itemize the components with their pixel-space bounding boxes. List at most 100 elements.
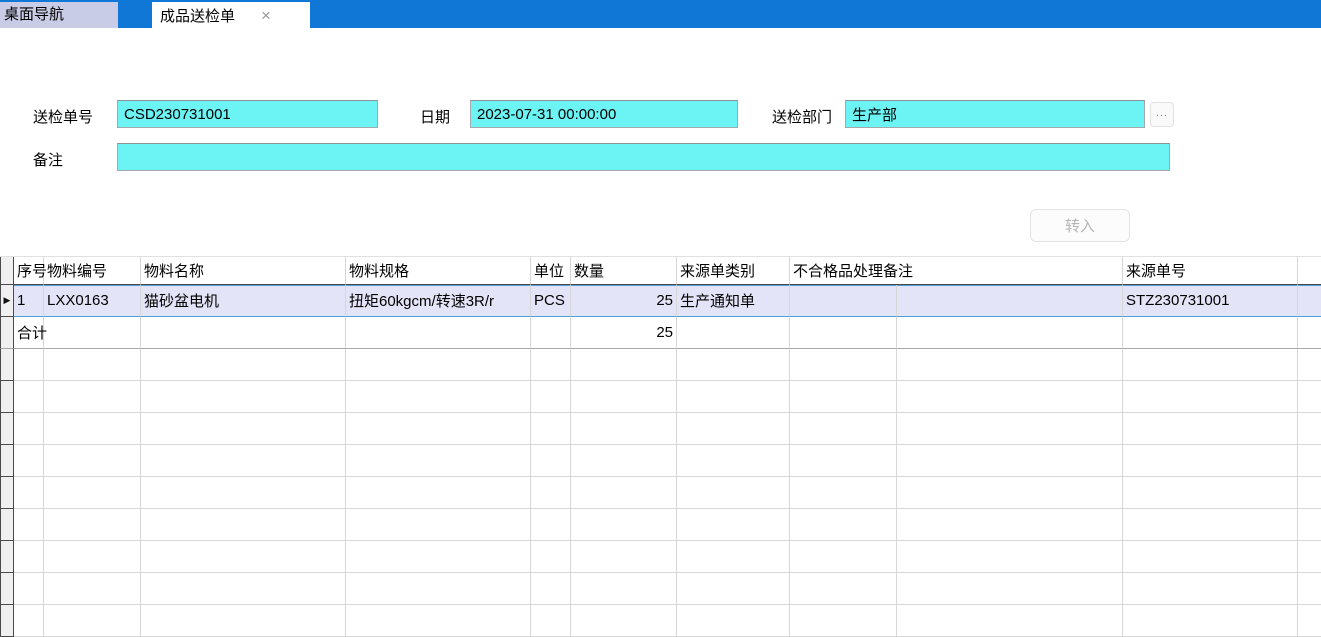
empty-cell: [571, 349, 677, 381]
row-indicator: [0, 413, 14, 445]
cell-blank[interactable]: [897, 285, 1123, 317]
empty-cell: [1123, 381, 1298, 413]
empty-cell: [571, 381, 677, 413]
empty-cell: [346, 381, 531, 413]
total-cell: [1298, 317, 1321, 349]
empty-cell: [346, 413, 531, 445]
table-row-selected[interactable]: ▶ 1 LXX0163 猫砂盆电机 扭矩60kgcm/转速3R/r PCS 25…: [0, 285, 1321, 317]
row-indicator: [0, 477, 14, 509]
date-label: 日期: [420, 106, 450, 127]
cell-seq[interactable]: 1: [14, 285, 44, 317]
empty-cell: [571, 477, 677, 509]
empty-cell: [790, 413, 897, 445]
total-cell: [44, 317, 141, 349]
empty-cell: [531, 381, 571, 413]
empty-cell: [1298, 413, 1321, 445]
inspection-no-field[interactable]: [117, 100, 378, 128]
empty-cell: [141, 573, 346, 605]
empty-cell: [897, 573, 1123, 605]
empty-cell: [677, 349, 790, 381]
col-header-material-no: 物料编号: [44, 257, 141, 285]
empty-cell: [897, 445, 1123, 477]
col-header-unit: 单位: [531, 257, 571, 285]
empty-cell: [44, 573, 141, 605]
empty-cell: [677, 605, 790, 637]
empty-cell: [531, 349, 571, 381]
empty-cell: [531, 445, 571, 477]
empty-cell: [897, 541, 1123, 573]
tab-inspection-form[interactable]: 成品送检单 ×: [152, 2, 310, 28]
transfer-in-button[interactable]: 转入: [1030, 209, 1130, 242]
department-browse-button[interactable]: ...: [1150, 102, 1174, 127]
empty-cell: [531, 413, 571, 445]
empty-cell: [141, 381, 346, 413]
empty-cell: [141, 413, 346, 445]
inspection-no-label: 送检单号: [33, 106, 93, 127]
cell-source-no[interactable]: STZ230731001: [1123, 285, 1298, 317]
empty-cell: [897, 477, 1123, 509]
row-indicator: [0, 509, 14, 541]
empty-cell: [14, 605, 44, 637]
empty-cell: [44, 605, 141, 637]
row-indicator: [0, 349, 14, 381]
grid-rows: [0, 349, 1321, 637]
total-row-indicator: [0, 317, 14, 349]
col-header-defect-remark: 不合格品处理备注: [790, 257, 1123, 285]
total-cell: [677, 317, 790, 349]
tab-desktop-navigation[interactable]: 桌面导航: [0, 2, 118, 28]
department-field[interactable]: [845, 100, 1145, 128]
empty-cell: [14, 477, 44, 509]
empty-cell: [571, 541, 677, 573]
date-field[interactable]: [470, 100, 738, 128]
col-header-qty: 数量: [571, 257, 677, 285]
empty-cell: [141, 509, 346, 541]
empty-row: [0, 381, 1321, 413]
empty-cell: [571, 605, 677, 637]
empty-cell: [141, 541, 346, 573]
cell-unit[interactable]: PCS: [531, 285, 571, 317]
department-label: 送检部门: [772, 106, 832, 127]
empty-cell: [1298, 477, 1321, 509]
empty-cell: [790, 349, 897, 381]
row-indicator-header: [0, 257, 14, 285]
cell-material-name[interactable]: 猫砂盆电机: [141, 285, 346, 317]
remark-field[interactable]: [117, 143, 1170, 171]
total-row: 合计 25: [0, 317, 1321, 349]
empty-cell: [141, 445, 346, 477]
empty-cell: [897, 509, 1123, 541]
cell-defect-remark[interactable]: [790, 285, 897, 317]
empty-cell: [44, 445, 141, 477]
cell-stub: [1298, 285, 1321, 317]
tab-bar: 桌面导航 成品送检单 ×: [0, 0, 1321, 28]
empty-cell: [531, 573, 571, 605]
empty-cell: [346, 541, 531, 573]
total-cell: [141, 317, 346, 349]
empty-cell: [346, 605, 531, 637]
row-indicator: [0, 573, 14, 605]
empty-cell: [346, 573, 531, 605]
empty-cell: [1123, 477, 1298, 509]
cell-source-type[interactable]: 生产通知单: [677, 285, 790, 317]
empty-cell: [1298, 509, 1321, 541]
empty-cell: [677, 509, 790, 541]
empty-cell: [677, 445, 790, 477]
empty-cell: [1298, 541, 1321, 573]
empty-cell: [1298, 381, 1321, 413]
empty-cell: [531, 509, 571, 541]
empty-cell: [1123, 349, 1298, 381]
cell-spec[interactable]: 扭矩60kgcm/转速3R/r: [346, 285, 531, 317]
cell-qty[interactable]: 25: [571, 285, 677, 317]
row-indicator: [0, 381, 14, 413]
empty-cell: [790, 477, 897, 509]
cell-material-no[interactable]: LXX0163: [44, 285, 141, 317]
empty-cell: [14, 573, 44, 605]
close-icon[interactable]: ×: [261, 7, 271, 24]
empty-cell: [790, 445, 897, 477]
col-header-source-type: 来源单类别: [677, 257, 790, 285]
empty-cell: [14, 349, 44, 381]
total-cell: [531, 317, 571, 349]
empty-cell: [531, 541, 571, 573]
empty-cell: [14, 413, 44, 445]
total-cell: [1123, 317, 1298, 349]
empty-cell: [44, 349, 141, 381]
